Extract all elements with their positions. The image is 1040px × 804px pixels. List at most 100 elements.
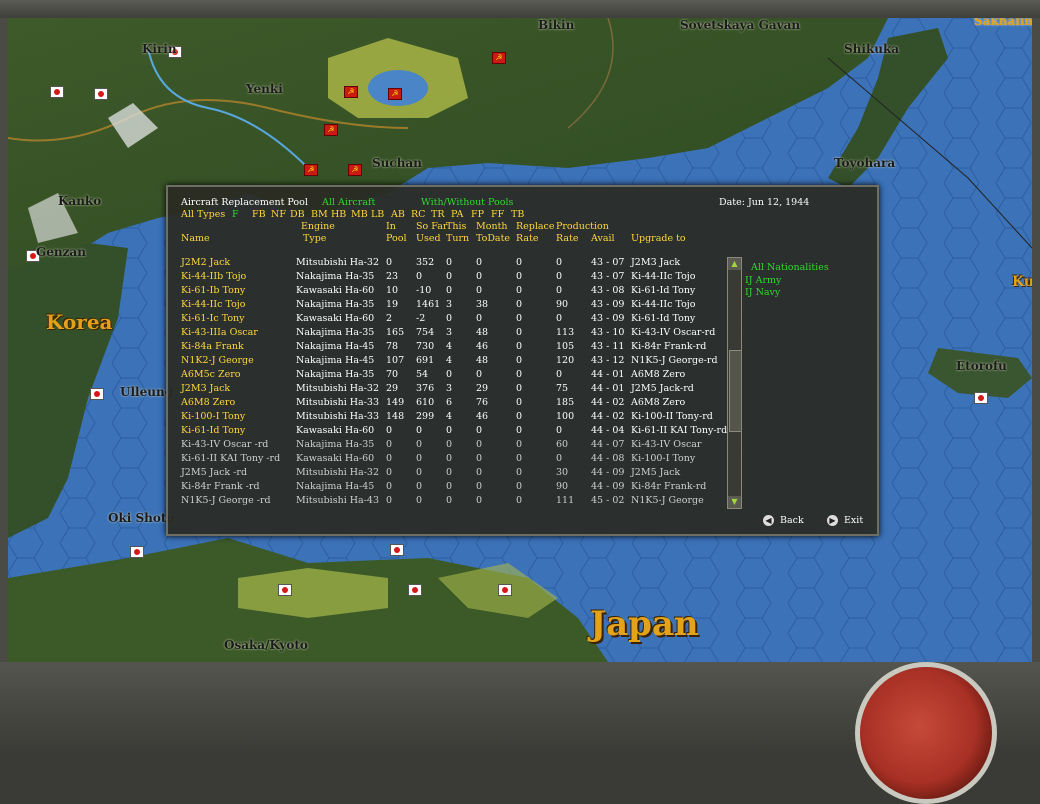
cell-name[interactable]: Ki-61-Ib Tony	[181, 285, 245, 296]
cell-name[interactable]: Ki-43-IIIa Oscar	[181, 327, 258, 338]
type-filter-mb[interactable]: MB	[351, 209, 368, 220]
japan-flag-marker[interactable]	[278, 584, 292, 596]
table-row[interactable]: Ki-61-II KAI Tony -rd Kawasaki Ha-60 0 0 0 0 0…	[181, 453, 741, 467]
cell-name[interactable]: Ki-84a Frank	[181, 341, 244, 352]
type-filter-lb[interactable]: LB	[371, 209, 384, 220]
table-row[interactable]: Ki-100-I Tony Mitsubishi Ha-33 148 299 4 46 0 1…	[181, 411, 741, 425]
col-header-name[interactable]: Name	[181, 233, 210, 244]
scroll-down-icon[interactable]: ▼	[728, 496, 741, 508]
col-header-used[interactable]: Used	[416, 233, 441, 244]
table-row[interactable]: Ki-84r Frank -rd Nakajima Ha-45 0 0 0 0 0 90 44 …	[181, 481, 741, 495]
cell-name[interactable]: Ki-100-I Tony	[181, 411, 245, 422]
table-row[interactable]: Ki-44-IIb Tojo Nakajima Ha-35 23 0 0 0 0 0 43 - …	[181, 271, 741, 285]
type-filter-fp[interactable]: FP	[471, 209, 484, 220]
scroll-up-icon[interactable]: ▲	[728, 258, 741, 270]
col-header-avail[interactable]: Avail	[591, 233, 615, 244]
cell-name[interactable]: N1K2-J George	[181, 355, 254, 366]
col-header-prod-rate[interactable]: Rate	[556, 233, 578, 244]
col-header-pool[interactable]: Pool	[386, 233, 406, 244]
japan-flag-marker[interactable]	[408, 584, 422, 596]
exit-button[interactable]: ▶ Exit	[827, 515, 863, 526]
table-row[interactable]: Ki-61-Ic Tony Kawasaki Ha-60 2 -2 0 0 0 0 43 - 0…	[181, 313, 741, 327]
cell-name[interactable]: Ki-43-IV Oscar -rd	[181, 439, 268, 450]
type-filter-rc[interactable]: RC	[411, 209, 425, 220]
soviet-flag-marker[interactable]: ☭	[324, 124, 338, 136]
table-row[interactable]: A6M5c Zero Nakajima Ha-35 70 54 0 0 0 0 44 - 01 A…	[181, 369, 741, 383]
japan-flag-marker[interactable]	[390, 544, 404, 556]
type-filter-bm[interactable]: BM	[311, 209, 328, 220]
table-row[interactable]: A6M8 Zero Mitsubishi Ha-33 149 610 6 76 0 185 44…	[181, 397, 741, 411]
cell-name[interactable]: J2M3 Jack	[181, 383, 230, 394]
japan-flag-marker[interactable]	[94, 88, 108, 100]
type-filter-ab[interactable]: AB	[391, 209, 405, 220]
table-row[interactable]: Ki-84a Frank Nakajima Ha-45 78 730 4 46 0 105 43…	[181, 341, 741, 355]
type-filter-tr[interactable]: TR	[431, 209, 445, 220]
cell-turn: 0	[446, 453, 453, 464]
soviet-flag-marker[interactable]: ☭	[492, 52, 506, 64]
japan-flag-marker[interactable]	[130, 546, 144, 558]
cell-name[interactable]: Ki-44-IIc Tojo	[181, 299, 245, 310]
cell-name[interactable]: Ki-44-IIb Tojo	[181, 271, 246, 282]
cell-name[interactable]: J2M2 Jack	[181, 257, 230, 268]
cell-name[interactable]: Ki-61-II KAI Tony -rd	[181, 453, 280, 464]
nationality-filter-all[interactable]: All Nationalities	[751, 262, 829, 273]
cell-name[interactable]: Ki-61-Id Tony	[181, 425, 245, 436]
japan-flag-marker[interactable]	[90, 388, 104, 400]
table-row[interactable]: J2M2 Jack Mitsubishi Ha-32 0 352 0 0 0 0 43 - 07…	[181, 257, 741, 271]
type-filter-all[interactable]: All Types	[181, 209, 225, 220]
cell-name[interactable]: J2M5 Jack -rd	[181, 467, 247, 478]
cell-turn: 0	[446, 439, 453, 450]
cell-name[interactable]: Ki-84r Frank -rd	[181, 481, 260, 492]
table-row[interactable]: Ki-44-IIc Tojo Nakajima Ha-35 19 1461 3 38 0 90…	[181, 299, 741, 313]
type-filter-db[interactable]: DB	[290, 209, 305, 220]
type-filter-ff[interactable]: FF	[491, 209, 504, 220]
table-row[interactable]: Ki-61-Id Tony Kawasaki Ha-60 0 0 0 0 0 0 44 - 04…	[181, 425, 741, 439]
type-filter-f[interactable]: F	[232, 209, 239, 220]
type-filter-nf[interactable]: NF	[271, 209, 286, 220]
cell-replace: 0	[516, 495, 523, 506]
table-row[interactable]: N1K5-J George -rd Mitsubishi Ha-43 0 0 0 0 0 11…	[181, 495, 741, 509]
soviet-flag-marker[interactable]: ☭	[304, 164, 318, 176]
cell-name[interactable]: Ki-61-Ic Tony	[181, 313, 245, 324]
type-filter-fb[interactable]: FB	[252, 209, 266, 220]
cell-name[interactable]: N1K5-J George -rd	[181, 495, 271, 506]
nation-emblem-icon[interactable]	[855, 662, 997, 804]
japan-flag-marker[interactable]	[974, 392, 988, 404]
cell-name[interactable]: A6M8 Zero	[181, 397, 235, 408]
nationality-filter-ij-army[interactable]: IJ Army	[745, 275, 781, 286]
cell-engine: Nakajima Ha-35	[296, 439, 375, 450]
japan-flag-marker[interactable]	[50, 86, 64, 98]
cell-upgrade: Ki-43-IV Oscar	[631, 439, 702, 450]
col-header-todate[interactable]: ToDate	[476, 233, 510, 244]
nationality-filter-ij-navy[interactable]: IJ Navy	[745, 287, 780, 298]
table-scrollbar[interactable]: ▲ ▼	[727, 257, 742, 509]
cell-used: 0	[416, 467, 423, 478]
soviet-flag-marker[interactable]: ☭	[344, 86, 358, 98]
back-button[interactable]: ◀ Back	[763, 515, 804, 526]
col-header-engine[interactable]: Type	[303, 233, 326, 244]
filter-all-aircraft[interactable]: All Aircraft	[322, 197, 375, 208]
col-header-turn[interactable]: Turn	[446, 233, 469, 244]
table-row[interactable]: Ki-61-Ib Tony Kawasaki Ha-60 10 -10 0 0 0 0 43 -…	[181, 285, 741, 299]
scrollbar-thumb[interactable]	[729, 350, 742, 432]
type-filter-hb[interactable]: HB	[331, 209, 346, 220]
cell-month: 48	[476, 327, 489, 338]
table-row[interactable]: J2M5 Jack -rd Mitsubishi Ha-32 0 0 0 0 0 30 44 -…	[181, 467, 741, 481]
type-filter-pa[interactable]: PA	[451, 209, 463, 220]
cell-upgrade: Ki-61-Id Tony	[631, 313, 696, 324]
cell-name[interactable]: A6M5c Zero	[181, 369, 241, 380]
col-header-upgrade[interactable]: Upgrade to	[631, 233, 686, 244]
col-header-replace-rate[interactable]: Rate	[516, 233, 538, 244]
cell-rate: 0	[556, 313, 563, 324]
japan-flag-marker[interactable]	[498, 584, 512, 596]
table-row[interactable]: N1K2-J George Nakajima Ha-45 107 691 4 48 0 120…	[181, 355, 741, 369]
cell-rate: 113	[556, 327, 575, 338]
table-row[interactable]: Ki-43-IIIa Oscar Nakajima Ha-35 165 754 3 48 0…	[181, 327, 741, 341]
table-row[interactable]: J2M3 Jack Mitsubishi Ha-32 29 376 3 29 0 75 44 -…	[181, 383, 741, 397]
cell-turn: 0	[446, 285, 453, 296]
soviet-flag-marker[interactable]: ☭	[388, 88, 402, 100]
type-filter-tb[interactable]: TB	[511, 209, 524, 220]
soviet-flag-marker[interactable]: ☭	[348, 164, 362, 176]
table-row[interactable]: Ki-43-IV Oscar -rd Nakajima Ha-35 0 0 0 0 0 60 4…	[181, 439, 741, 453]
filter-with-without-pools[interactable]: With/Without Pools	[421, 197, 513, 208]
